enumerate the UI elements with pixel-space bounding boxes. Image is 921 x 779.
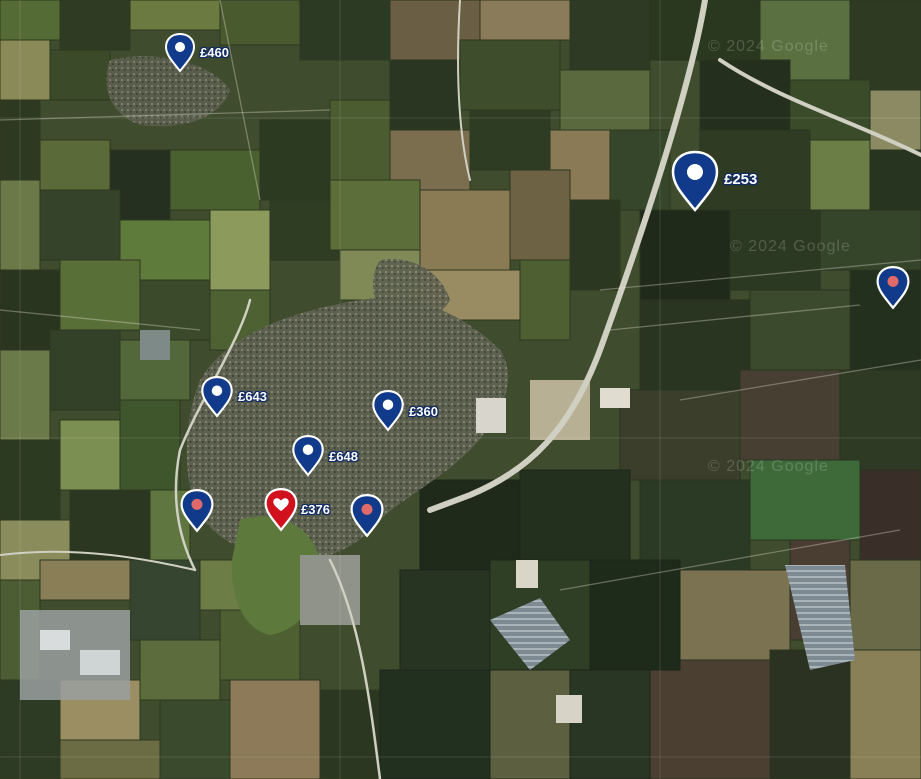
price-label[interactable]: £253 — [724, 171, 757, 188]
map-marker-icon — [165, 33, 195, 73]
map-marker-icon — [671, 150, 719, 212]
price-label[interactable]: £643 — [238, 389, 267, 404]
map-marker-icon — [201, 376, 233, 418]
price-label[interactable]: £360 — [409, 404, 438, 419]
property-pin[interactable] — [292, 435, 324, 477]
property-pin[interactable] — [372, 390, 404, 432]
property-pin-selected[interactable] — [671, 150, 719, 212]
favourite-pin[interactable] — [264, 488, 298, 532]
price-label[interactable]: £648 — [329, 449, 358, 464]
property-pin[interactable] — [165, 33, 195, 73]
map-view[interactable]: © 2024 Google © 2024 Google © 2024 Googl… — [0, 0, 921, 779]
map-marker-icon — [372, 390, 404, 432]
map-marker-icon — [180, 489, 214, 533]
property-pin-viewed[interactable] — [876, 266, 910, 310]
map-marker-icon — [292, 435, 324, 477]
price-label[interactable]: £460 — [200, 45, 229, 60]
satellite-imagery[interactable] — [0, 0, 921, 779]
price-label[interactable]: £376 — [301, 502, 330, 517]
property-pin[interactable] — [201, 376, 233, 418]
property-pin-viewed[interactable] — [350, 494, 384, 538]
map-marker-icon — [350, 494, 384, 538]
property-pin-viewed[interactable] — [180, 489, 214, 533]
map-marker-icon — [876, 266, 910, 310]
heart-marker-icon — [264, 488, 298, 532]
